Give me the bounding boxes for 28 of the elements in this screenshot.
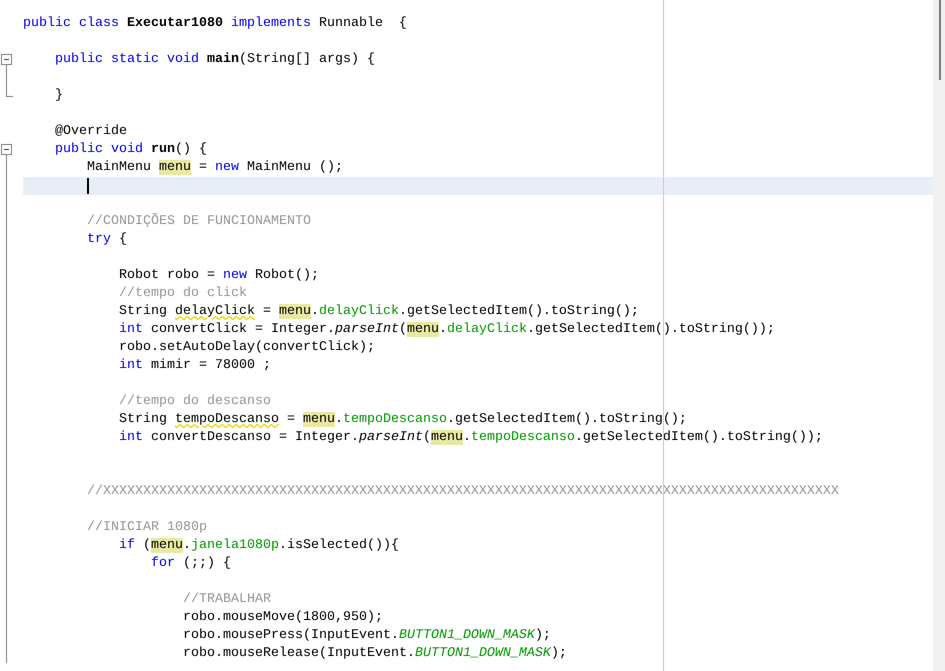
- code-line: int convertClick = Integer.parseInt(menu.delayClick.getSelectedItem().toString());: [119, 321, 775, 339]
- code-line: MainMenu menu = new MainMenu ();: [87, 159, 343, 177]
- code-line: //CONDIÇÕES DE FUNCIONAMENTO: [87, 213, 311, 231]
- code-line: String tempoDescanso = menu.tempoDescanso.getSelectedItem().toString();: [119, 411, 687, 429]
- code-line: }: [55, 87, 63, 105]
- code-line: robo.mouseRelease(InputEvent.BUTTON1_DOWN_MASK);: [183, 645, 567, 663]
- code-line: robo.mouseMove(1800,950);: [183, 609, 383, 627]
- code-line: int convertDescanso = Integer.parseInt(menu.tempoDescanso.getSelectedItem().toString());: [119, 429, 823, 447]
- code-line: //INICIAR 1080p: [87, 519, 207, 537]
- code-line: robo.mousePress(InputEvent.BUTTON1_DOWN_MASK);: [183, 627, 551, 645]
- text-cursor: [87, 178, 89, 194]
- code-line: int mimir = 78000 ;: [119, 357, 271, 375]
- code-line: for (;;) {: [151, 555, 231, 573]
- code-line: robo.setAutoDelay(convertClick);: [119, 339, 375, 357]
- fold-collapse-icon[interactable]: [0, 141, 12, 159]
- code-line: try {: [87, 231, 127, 249]
- code-line: //tempo do click: [119, 285, 247, 303]
- fold-collapse-icon[interactable]: [0, 51, 12, 69]
- code-line: public void run() {: [55, 141, 207, 159]
- code-line: //TRABALHAR: [183, 591, 271, 609]
- code-line: @Override: [55, 123, 127, 141]
- scrollbar-thumb[interactable]: [939, 0, 941, 80]
- code-line: public static void main(String[] args) {: [55, 51, 375, 69]
- code-line: //tempo do descanso: [119, 393, 271, 411]
- code-line: public class Executar1080 implements Runnable {: [23, 15, 407, 33]
- code-line: String delayClick = menu.delayClick.getSelectedItem().toString();: [119, 303, 639, 321]
- code-line: if (menu.janela1080p.isSelected()){: [119, 537, 399, 555]
- code-line: Robot robo = new Robot();: [119, 267, 319, 285]
